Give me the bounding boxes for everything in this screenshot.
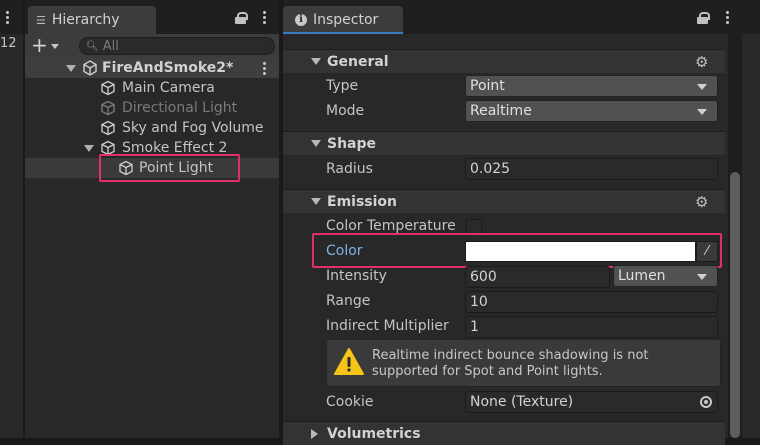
left-panel-number: 12	[0, 36, 17, 51]
section-title: Shape	[327, 135, 377, 152]
help-text: Realtime indirect bounce shadowing is no…	[372, 348, 649, 379]
indirect-multiplier-value: 1	[470, 319, 479, 335]
intensity-label: Intensity	[326, 268, 387, 284]
intensity-unit-value: Lumen	[618, 268, 666, 284]
foldout-arrow-icon[interactable]	[311, 140, 321, 147]
section-title: Emission	[327, 193, 397, 210]
section-general[interactable]: General ⚙	[283, 49, 725, 73]
inspector-tabbar: i Inspector	[283, 0, 760, 34]
type-dropdown[interactable]: Point	[465, 75, 718, 97]
radius-label: Radius	[326, 161, 373, 177]
intensity-field[interactable]: 600	[465, 266, 610, 288]
range-field[interactable]: 10	[465, 291, 718, 313]
list-icon: ☰	[36, 13, 46, 27]
gear-icon[interactable]: ⚙	[695, 54, 709, 69]
scene-row[interactable]: FireAndSmoke2*	[25, 58, 279, 78]
radius-field[interactable]: 0.025	[465, 158, 718, 180]
tab-hierarchy-label: Hierarchy	[51, 12, 120, 28]
section-emission[interactable]: Emission ⚙	[283, 189, 725, 213]
section-title: Volumetrics	[327, 425, 421, 442]
chevron-down-icon	[697, 84, 707, 90]
chevron-down-icon	[51, 44, 59, 49]
help-box-warning: Realtime indirect bounce shadowing is no…	[326, 339, 721, 387]
radius-value: 0.025	[470, 161, 511, 177]
highlight-box-point-light	[99, 154, 240, 182]
gameobject-cube-icon	[101, 100, 115, 116]
expand-arrow-icon[interactable]	[66, 64, 76, 72]
range-label: Range	[326, 293, 371, 309]
inspector-panel: i Inspector General ⚙ Type Point Mode Re…	[283, 0, 760, 445]
hierarchy-search[interactable]: 🔍︎	[79, 37, 275, 55]
left-panel-sliver: 12	[0, 0, 24, 438]
chevron-down-icon	[697, 274, 707, 280]
color-temperature-label: Color Temperature	[326, 218, 456, 234]
hierarchy-panel: ☰ Hierarchy + 🔍︎ FireAndSmoke2*	[25, 0, 281, 438]
gameobject-cube-icon	[101, 80, 115, 96]
highlight-box-color	[312, 233, 722, 268]
search-icon: 🔍︎	[86, 40, 99, 52]
tab-hierarchy[interactable]: ☰ Hierarchy	[28, 6, 156, 34]
cookie-label: Cookie	[326, 394, 374, 410]
scene-name: FireAndSmoke2*	[102, 60, 234, 76]
tree-item-main-camera[interactable]: Main Camera	[25, 78, 279, 98]
inspector-scrollbar[interactable]	[728, 34, 742, 438]
hierarchy-kebab-icon[interactable]	[263, 11, 267, 24]
tab-active-indicator	[283, 32, 403, 34]
section-title: General	[327, 53, 389, 70]
mode-value: Realtime	[470, 103, 532, 119]
range-value: 10	[470, 294, 488, 310]
scene-kebab-icon[interactable]	[263, 62, 267, 75]
chevron-down-icon	[697, 109, 707, 115]
foldout-arrow-icon[interactable]	[311, 58, 321, 65]
plus-icon: +	[31, 33, 48, 57]
create-button[interactable]: +	[31, 33, 65, 57]
search-input[interactable]	[102, 38, 253, 54]
type-value: Point	[470, 78, 505, 94]
lock-icon[interactable]	[697, 12, 710, 24]
tree-item-sky-and-fog-volume[interactable]: Sky and Fog Volume	[25, 118, 279, 138]
tree-item-label: Main Camera	[122, 80, 215, 96]
scrollbar-thumb[interactable]	[730, 172, 740, 438]
cookie-value: None (Texture)	[470, 394, 574, 410]
info-icon: i	[295, 14, 307, 26]
gameobject-cube-icon	[101, 120, 115, 136]
warning-icon	[334, 348, 364, 375]
tab-inspector-label: Inspector	[313, 12, 379, 28]
object-picker-icon[interactable]	[700, 396, 712, 408]
mode-dropdown[interactable]: Realtime	[465, 100, 718, 122]
gear-icon[interactable]: ⚙	[695, 194, 709, 209]
lock-icon[interactable]	[235, 12, 248, 24]
unity-scene-icon	[83, 60, 97, 76]
kebab-menu-icon[interactable]	[6, 11, 10, 24]
mode-label: Mode	[326, 103, 365, 119]
tree-item-label: Sky and Fog Volume	[122, 120, 264, 136]
tree-item-label: Directional Light	[122, 100, 238, 116]
foldout-arrow-icon[interactable]	[311, 428, 318, 439]
hierarchy-toolbar: + 🔍︎	[25, 34, 279, 58]
section-volumetrics[interactable]: Volumetrics	[283, 421, 725, 445]
tree-item-directional-light[interactable]: Directional Light	[25, 98, 279, 118]
intensity-unit-dropdown[interactable]: Lumen	[613, 265, 718, 287]
intensity-value: 600	[470, 269, 497, 285]
cookie-field[interactable]: None (Texture)	[465, 391, 718, 413]
hierarchy-tabbar: ☰ Hierarchy	[25, 0, 279, 34]
tab-inspector[interactable]: i Inspector	[283, 6, 403, 34]
indirect-multiplier-label: Indirect Multiplier	[326, 318, 449, 334]
inspector-kebab-icon[interactable]	[726, 11, 730, 24]
foldout-arrow-icon[interactable]	[311, 198, 321, 205]
expand-arrow-icon[interactable]	[84, 144, 94, 152]
type-label: Type	[326, 78, 359, 94]
indirect-multiplier-field[interactable]: 1	[465, 316, 718, 338]
left-panel-tabbar	[0, 0, 23, 34]
section-shape[interactable]: Shape	[283, 131, 725, 155]
